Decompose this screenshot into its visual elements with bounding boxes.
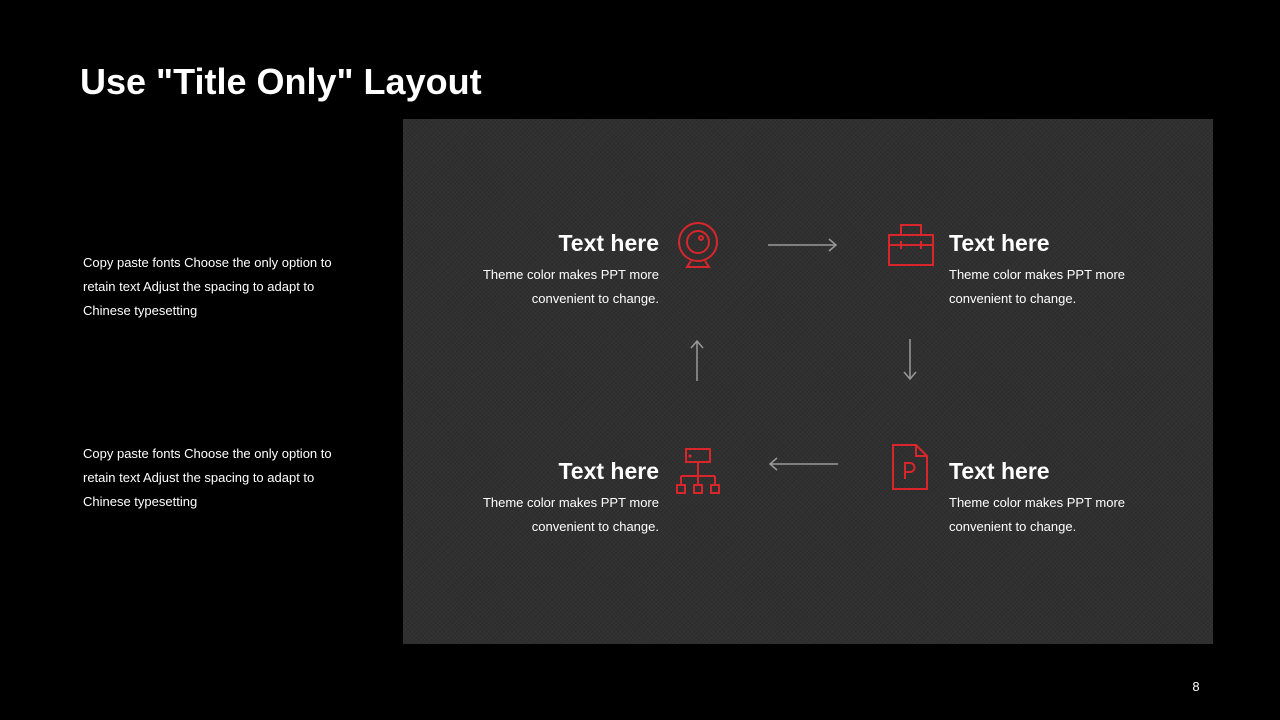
block-title: Text here xyxy=(949,458,1050,484)
arrow-right xyxy=(768,238,838,252)
block-description: Theme color makes PPT more convenient to… xyxy=(949,495,1126,534)
block-title: Text here xyxy=(558,458,659,484)
block-top-left: Text here Theme color makes PPT more con… xyxy=(419,228,659,311)
briefcase-icon xyxy=(888,224,934,266)
block-description: Theme color makes PPT more convenient to… xyxy=(949,267,1126,306)
webcam-icon xyxy=(678,222,718,268)
block-title: Text here xyxy=(949,230,1050,256)
powerpoint-file-icon xyxy=(892,444,928,490)
block-description: Theme color makes PPT more convenient to… xyxy=(482,267,659,306)
side-text-top: Copy paste fonts Choose the only option … xyxy=(83,255,332,318)
block-bottom-left: Text here Theme color makes PPT more con… xyxy=(419,456,659,539)
block-description: Theme color makes PPT more convenient to… xyxy=(482,495,659,534)
content-panel: Text here Theme color makes PPT more con… xyxy=(403,119,1213,644)
org-chart-icon xyxy=(676,448,720,494)
arrow-left xyxy=(768,457,838,471)
block-title: Text here xyxy=(558,230,659,256)
arrow-up xyxy=(690,339,704,381)
side-text-bottom: Copy paste fonts Choose the only option … xyxy=(83,446,332,509)
block-bottom-right: Text here Theme color makes PPT more con… xyxy=(949,456,1189,539)
arrow-down xyxy=(903,339,917,381)
page-number: 8 xyxy=(1192,679,1200,694)
slide-title: Use "Title Only" Layout xyxy=(80,61,482,102)
block-top-right: Text here Theme color makes PPT more con… xyxy=(949,228,1189,311)
